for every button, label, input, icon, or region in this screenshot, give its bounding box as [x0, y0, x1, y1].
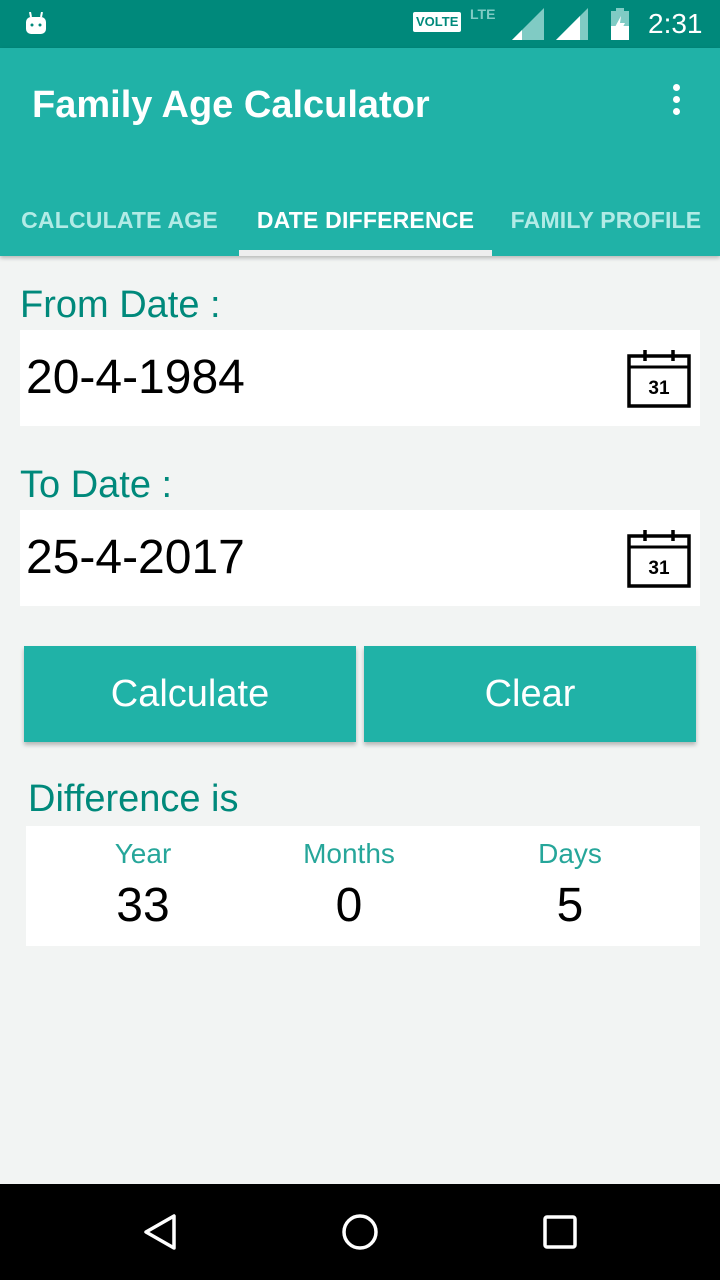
tab-family-profile[interactable]: FAMILY PROFILE	[492, 184, 720, 256]
result-months-value: 0	[335, 879, 363, 932]
navigation-bar	[0, 1184, 720, 1280]
back-icon[interactable]	[140, 1212, 180, 1252]
tab-bar: CALCULATE AGE DATE DIFFERENCE FAMILY PRO…	[0, 184, 720, 256]
app-title: Family Age Calculator	[32, 84, 430, 126]
recents-icon[interactable]	[540, 1212, 580, 1252]
result-panel: Year 33 Months 0 Days 5	[26, 826, 700, 946]
status-bar: VOLTE LTE 2:31	[0, 0, 720, 48]
result-label: Difference is	[28, 778, 239, 820]
svg-text:31: 31	[648, 378, 670, 399]
clock: 2:31	[648, 8, 703, 39]
from-date-field[interactable]: 20-4-1984 31	[20, 330, 700, 426]
android-icon	[26, 12, 46, 34]
clear-button[interactable]: Clear	[364, 646, 696, 742]
signal-icon	[512, 8, 544, 40]
result-months-header: Months	[303, 838, 395, 869]
home-icon[interactable]	[340, 1212, 380, 1252]
to-date-value: 25-4-2017	[26, 531, 245, 584]
tab-indicator	[239, 250, 492, 256]
calculate-button[interactable]: Calculate	[24, 646, 356, 742]
result-year-header: Year	[114, 838, 172, 869]
calendar-icon[interactable]: 31	[627, 530, 691, 588]
battery-charging-icon	[611, 8, 629, 40]
result-days-value: 5	[556, 879, 584, 932]
volte-icon: VOLTE	[413, 12, 462, 32]
to-date-field[interactable]: 25-4-2017 31	[20, 510, 700, 606]
more-vert-icon[interactable]	[660, 84, 692, 124]
result-year-value: 33	[116, 879, 170, 932]
to-date-label: To Date :	[20, 464, 173, 506]
result-months: Months 0	[249, 826, 449, 933]
lte-icon: LTE	[470, 6, 496, 22]
from-date-label: From Date :	[20, 284, 221, 326]
tab-calculate-age[interactable]: CALCULATE AGE	[0, 184, 239, 256]
from-date-value: 20-4-1984	[26, 351, 245, 404]
result-days-header: Days	[538, 838, 602, 869]
signal-icon	[556, 8, 588, 40]
result-year: Year 33	[43, 826, 243, 933]
svg-text:31: 31	[648, 558, 670, 579]
result-days: Days 5	[470, 826, 670, 933]
tab-date-difference[interactable]: DATE DIFFERENCE	[239, 184, 492, 256]
app-bar: Family Age Calculator CALCULATE AGE DATE…	[0, 48, 720, 256]
calendar-icon[interactable]: 31	[627, 350, 691, 408]
